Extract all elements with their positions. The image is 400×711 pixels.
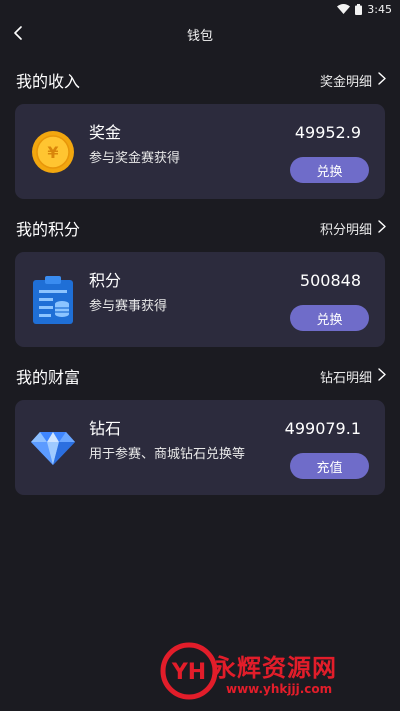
battery-icon xyxy=(355,3,363,15)
watermark: YH 永辉资源网 www.yhkjjj.com xyxy=(140,640,390,704)
points-detail-link[interactable]: 积分明细 xyxy=(320,219,386,238)
nav-bar: 钱包 xyxy=(0,18,400,50)
status-bar: 3:45 xyxy=(0,0,400,18)
card-description: 参与赛事获得 xyxy=(89,299,168,314)
section-header-points: 我的积分 积分明细 xyxy=(16,216,386,240)
points-exchange-button[interactable]: 兑换 xyxy=(290,305,369,331)
section-title: 我的收入 xyxy=(16,72,81,91)
points-clipboard-icon xyxy=(29,276,77,324)
detail-link-label: 钻石明细 xyxy=(319,370,372,386)
bonus-detail-link[interactable]: 奖金明细 xyxy=(320,71,386,90)
section-header-wealth: 我的财富 钻石明细 xyxy=(16,364,386,388)
section-title: 我的积分 xyxy=(16,220,81,239)
card-description: 用于参赛、商城钻石兑换等 xyxy=(89,447,246,462)
gold-coin-icon: ¥ xyxy=(29,128,77,176)
watermark-logo: YH xyxy=(160,642,218,704)
diamond-balance: 499079.1 xyxy=(284,419,361,438)
status-icons: 3:45 xyxy=(337,3,392,16)
card-name: 积分 xyxy=(89,271,122,290)
wifi-icon xyxy=(337,4,351,14)
watermark-url: www.yhkjjj.com xyxy=(226,682,333,696)
bonus-card: ¥ 奖金 参与奖金赛获得 49952.9 兑换 xyxy=(15,104,385,199)
chevron-right-icon xyxy=(378,367,386,385)
svg-text:¥: ¥ xyxy=(47,143,58,162)
diamond-card: 钻石 用于参赛、商城钻石兑换等 499079.1 充值 xyxy=(15,400,385,495)
card-name: 钻石 xyxy=(89,419,122,438)
diamond-recharge-button[interactable]: 充值 xyxy=(290,453,369,479)
status-time: 3:45 xyxy=(367,2,392,16)
detail-link-label: 奖金明细 xyxy=(319,74,372,90)
card-description: 参与奖金赛获得 xyxy=(89,151,181,166)
diamond-detail-link[interactable]: 钻石明细 xyxy=(320,367,386,386)
watermark-text: 永辉资源网 xyxy=(212,654,337,682)
diamond-icon xyxy=(29,424,77,472)
watermark-logo-text: YH xyxy=(171,660,206,685)
points-card: 积分 参与赛事获得 500848 兑换 xyxy=(15,252,385,347)
chevron-right-icon xyxy=(378,71,386,89)
detail-link-label: 积分明细 xyxy=(319,222,372,238)
bonus-balance: 49952.9 xyxy=(294,123,361,142)
bonus-exchange-button[interactable]: 兑换 xyxy=(290,157,369,183)
section-header-income: 我的收入 奖金明细 xyxy=(16,68,386,92)
card-name: 奖金 xyxy=(89,123,122,142)
points-balance: 500848 xyxy=(299,271,361,290)
section-title: 我的财富 xyxy=(16,368,81,387)
page-title: 钱包 xyxy=(186,29,213,44)
chevron-right-icon xyxy=(378,219,386,237)
